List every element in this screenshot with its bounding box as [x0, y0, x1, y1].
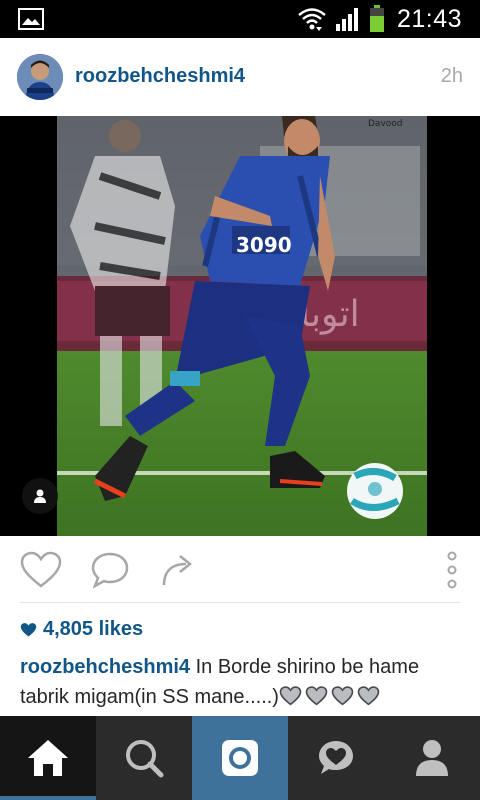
tab-explore[interactable] — [96, 716, 192, 800]
like-icon[interactable] — [20, 551, 62, 589]
image-notification-icon — [18, 8, 44, 30]
post-username[interactable]: roozbehcheshmi4 — [75, 65, 245, 88]
divider — [20, 602, 460, 603]
avatar[interactable] — [17, 54, 63, 100]
caption-hearts — [279, 686, 380, 706]
home-icon — [28, 740, 68, 776]
post-time-ago: 2h — [440, 65, 463, 87]
likes-count: 4,805 likes — [43, 618, 144, 640]
comment-icon[interactable] — [90, 551, 130, 589]
tab-profile[interactable] — [384, 716, 480, 800]
photo-watermark: Davood — [368, 119, 403, 129]
tab-camera[interactable] — [192, 716, 288, 800]
profile-icon — [416, 740, 448, 776]
player-photo: اتوبا 3090 Davood — [57, 116, 427, 536]
camera-icon — [222, 740, 258, 776]
signal-icon — [335, 8, 358, 31]
grey-heart-icon — [279, 686, 302, 706]
grey-heart-icon — [305, 686, 328, 706]
tab-activity[interactable] — [288, 716, 384, 800]
ad-board-text: اتوبا — [300, 294, 360, 335]
jersey-number: 3090 — [236, 233, 292, 257]
caption-username[interactable]: roozbehcheshmi4 — [20, 656, 190, 678]
grey-heart-icon — [331, 686, 354, 706]
post-actions — [0, 536, 480, 602]
search-icon — [126, 740, 164, 778]
activity-heart-icon — [319, 741, 353, 774]
status-bar: 21:43 — [0, 0, 480, 38]
share-icon[interactable] — [160, 551, 196, 589]
tab-home[interactable] — [0, 716, 96, 800]
likes-row[interactable]: 4,805 likes — [20, 618, 143, 641]
grey-heart-icon — [357, 686, 380, 706]
battery-icon — [369, 5, 384, 32]
likes-heart-icon — [20, 622, 37, 636]
more-options-icon[interactable] — [443, 550, 461, 590]
wifi-icon — [298, 8, 326, 31]
person-tag-icon — [34, 489, 46, 503]
tagged-people-button[interactable] — [22, 478, 58, 514]
post-header: roozbehcheshmi4 2h — [0, 38, 480, 116]
post-caption: roozbehcheshmi4 In Borde shirino be hame… — [20, 652, 470, 712]
status-time: 21:43 — [396, 4, 462, 33]
post-photo[interactable]: اتوبا 3090 Davood — [0, 116, 480, 536]
bottom-tab-bar — [0, 716, 480, 800]
